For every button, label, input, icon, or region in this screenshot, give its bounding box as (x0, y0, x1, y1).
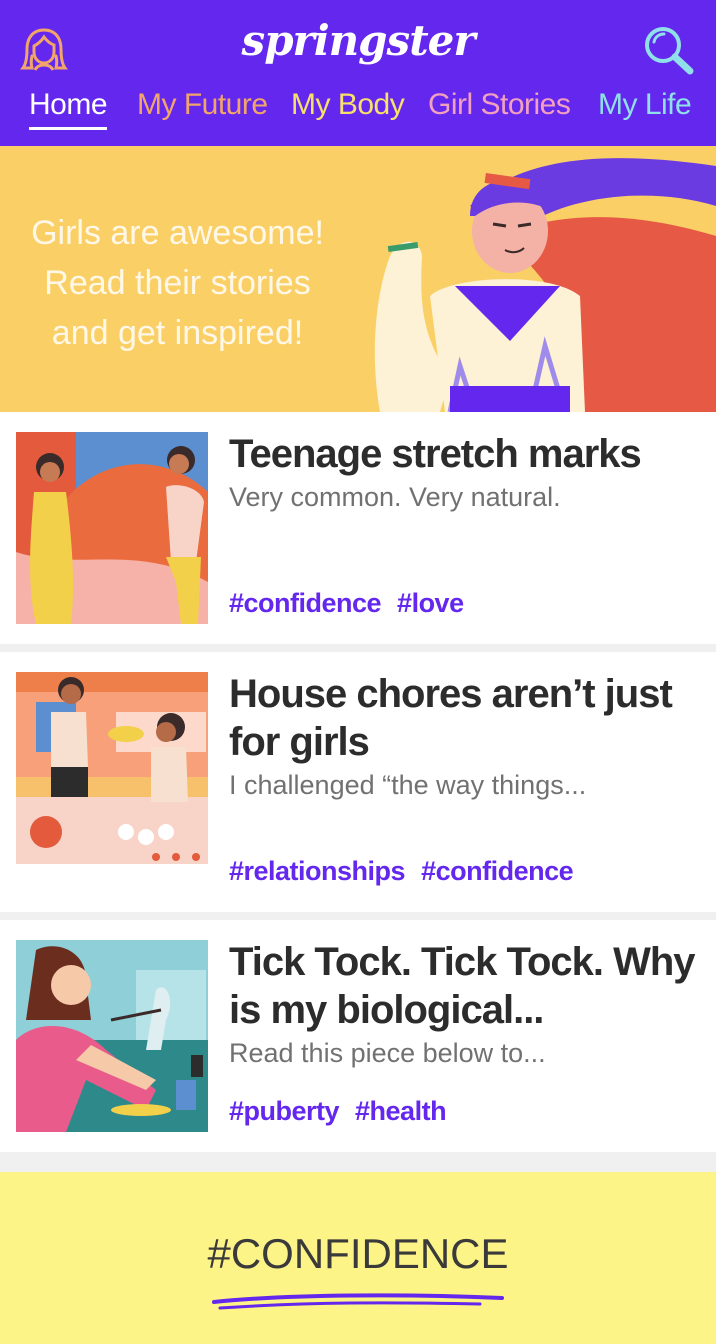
confidence-section: #CONFIDENCE (0, 1172, 716, 1344)
main-nav: Home My Future My Body Girl Stories My L… (0, 88, 716, 136)
nav-home[interactable]: Home (29, 88, 108, 130)
title-underline (212, 1293, 504, 1310)
tag-list: #puberty #health (229, 1096, 462, 1127)
hero-banner[interactable]: Girls are awesome! Read their stories an… (0, 146, 716, 412)
section-title[interactable]: #CONFIDENCE (0, 1230, 716, 1278)
tag-list: #confidence #love (229, 588, 480, 619)
tag-link[interactable]: #relationships (229, 856, 406, 886)
article-thumbnail[interactable] (16, 940, 208, 1132)
article-card[interactable]: Teenage stretch marks Very common. Very … (0, 412, 716, 644)
article-thumbnail[interactable] (16, 432, 208, 624)
tag-link[interactable]: #confidence (229, 588, 382, 618)
tag-link[interactable]: #health (355, 1096, 447, 1126)
article-thumbnail[interactable] (16, 672, 208, 864)
superhero-girl-illustration (374, 158, 716, 412)
tag-link[interactable]: #love (397, 588, 464, 618)
search-icon[interactable] (640, 24, 696, 76)
nav-my-body[interactable]: My Body (291, 88, 405, 122)
nav-my-life[interactable]: My Life (598, 88, 692, 122)
article-title[interactable]: Tick Tock. Tick Tock. Why is my biologic… (229, 938, 699, 1034)
tag-link[interactable]: #puberty (229, 1096, 340, 1126)
nav-my-future[interactable]: My Future (137, 88, 268, 122)
article-title[interactable]: House chores aren’t just for girls (229, 670, 699, 766)
hero-text: Girls are awesome! Read their stories an… (0, 208, 355, 358)
article-subtitle: Read this piece below to... (229, 1038, 546, 1068)
site-header: springster Home My Future My Body Girl S… (0, 0, 716, 146)
hero-line: Read their stories (44, 264, 311, 302)
tag-list: #relationships #confidence (229, 856, 589, 887)
article-title[interactable]: Teenage stretch marks (229, 430, 699, 478)
hero-line: Girls are awesome! (31, 214, 324, 252)
article-card[interactable]: Tick Tock. Tick Tock. Why is my biologic… (0, 920, 716, 1152)
tag-link[interactable]: #confidence (421, 856, 574, 886)
article-subtitle: I challenged “the way things... (229, 770, 587, 800)
nav-girl-stories[interactable]: Girl Stories (428, 88, 571, 122)
hero-line: and get inspired! (51, 314, 304, 352)
logo[interactable]: springster (0, 16, 716, 65)
article-subtitle: Very common. Very natural. (229, 482, 561, 512)
article-card[interactable]: House chores aren’t just for girls I cha… (0, 652, 716, 912)
